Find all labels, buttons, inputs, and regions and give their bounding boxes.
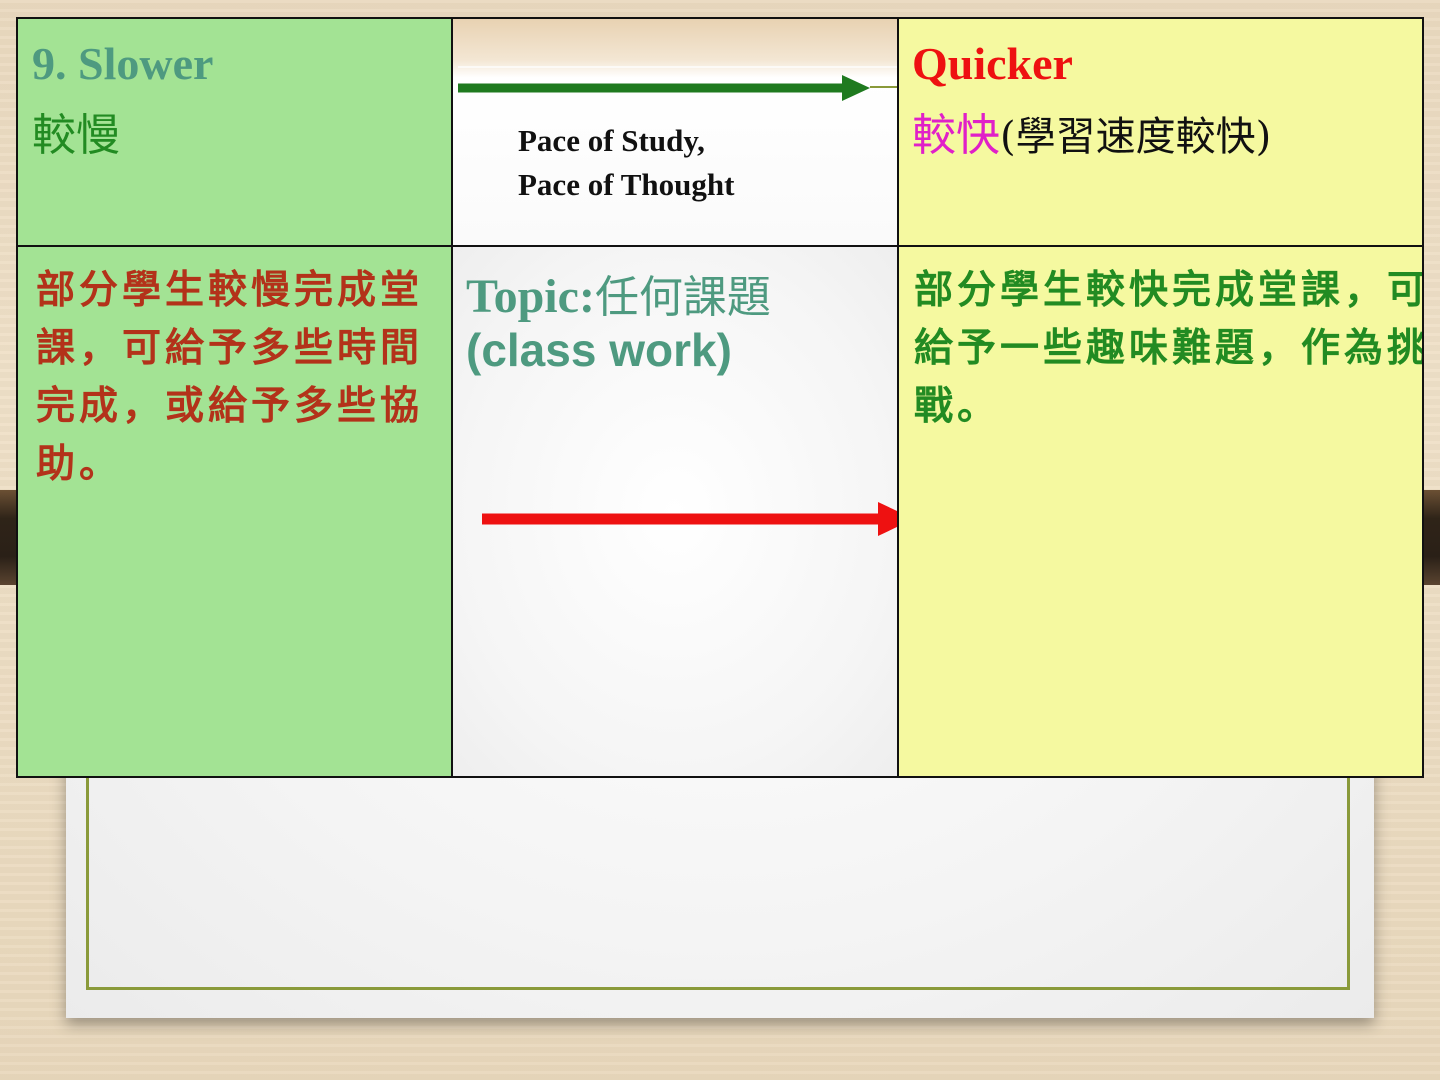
quicker-title: Quicker — [912, 38, 1073, 89]
grid-divider-horizontal — [18, 245, 1422, 247]
pace-line-2: Pace of Thought — [518, 167, 735, 202]
quicker-subtitle-zh: 較快 — [912, 110, 1000, 161]
pace-label: Pace of Study, Pace of Thought — [518, 119, 734, 207]
slower-body-text: 部分學生較慢完成堂課，可給予多些時間完成，或給予多些協助。 — [36, 267, 424, 487]
middle-arrow-icon — [482, 502, 898, 536]
slower-body-cell: 部分學生較慢完成堂課，可給予多些時間完成，或給予多些協助。 — [18, 247, 452, 776]
slower-subtitle: 較慢 — [32, 110, 120, 161]
pace-line-1: Pace of Study, — [518, 123, 705, 158]
quicker-subtitle-paren: (學習速度較快) — [1000, 114, 1272, 160]
pace-header-cell: Pace of Study, Pace of Thought — [452, 19, 898, 245]
quicker-body-text: 部分學生較快完成堂課，可給予一些趣味難題，作為挑戰。 — [914, 267, 1422, 429]
quicker-body-cell: 部分學生較快完成堂課，可給予一些趣味難題，作為挑戰。 — [898, 247, 1422, 776]
topic-cell: Topic:任何課題 (class work) — [452, 247, 898, 776]
slower-header-cell: 9. Slower 較慢 — [18, 19, 452, 245]
grid-divider-vertical-1 — [451, 19, 453, 776]
grid-divider-vertical-2 — [897, 19, 899, 776]
quicker-subtitle: 較快(學習速度較快) — [912, 99, 1271, 163]
slower-title: 9. Slower — [32, 38, 214, 89]
quicker-header-cell: Quicker 較快(學習速度較快) — [898, 19, 1422, 245]
pace-table: 9. Slower 較慢 Pace of Study, Pace of Thou… — [16, 17, 1424, 778]
